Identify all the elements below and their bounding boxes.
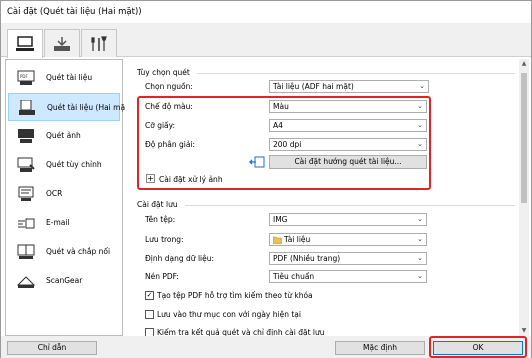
chevron-down-icon: ⌄ [417, 121, 423, 129]
chevron-down-icon: ⌄ [417, 254, 423, 262]
tab-scan-from-computer[interactable] [7, 29, 43, 58]
chevron-down-icon: ⌄ [417, 272, 423, 280]
data-format-value: PDF (Nhiều trang) [273, 254, 341, 263]
file-name-label: Tên tệp: [145, 215, 176, 224]
scan-orientation-settings-button[interactable]: Cài đặt hướng quét tài liệu... [269, 155, 427, 169]
sidebar-item-label: E-mail [46, 218, 70, 227]
tab-general-settings[interactable] [81, 29, 117, 57]
ok-button[interactable]: OK [433, 341, 523, 355]
keyword-pdf-label: Tạo tệp PDF hỗ trợ tìm kiếm theo từ khóa [157, 291, 313, 300]
chevron-down-icon: ⌄ [419, 82, 425, 90]
scan-from-computer-icon [16, 36, 34, 51]
sidebar-item-label: Quét tùy chỉnh [46, 160, 102, 169]
scan-type-list: PDF Quét tài liệu Quét tài liệu (Hai mặt… [5, 59, 131, 336]
sidebar-item-scangear[interactable]: ScanGear [8, 267, 120, 295]
folder-icon [272, 236, 283, 245]
sidebar-item-duplex-scan[interactable]: Quét tài liệu (Hai mặt) [8, 93, 131, 121]
resolution-label: Độ phân giải: [145, 140, 196, 149]
file-name-input[interactable]: IMG ⌄ [269, 213, 427, 226]
sidebar-item-stitch[interactable]: Quét và chắp nối [8, 238, 120, 266]
sidebar-item-label: ScanGear [46, 276, 83, 285]
scroll-up-icon[interactable]: ▲ [519, 59, 529, 69]
pdf-compression-label: Nén PDF: [145, 272, 179, 281]
guide-button[interactable]: Chỉ dẫn [7, 341, 97, 355]
check-results-checkbox[interactable] [145, 328, 154, 336]
resolution-value: 200 dpi [273, 140, 302, 149]
ocr-icon [16, 185, 36, 203]
save-settings-title: Cài đặt lưu [137, 200, 178, 209]
settings-scrollbar[interactable]: ▲ ▼ [519, 59, 529, 336]
paper-size-select[interactable]: A4 ⌄ [269, 119, 427, 132]
chevron-down-icon: ⌄ [417, 140, 423, 148]
source-value: Tài liệu (ADF hai mặt) [273, 82, 354, 91]
source-label: Chọn nguồn: [145, 82, 193, 91]
color-mode-value: Màu [273, 102, 289, 111]
save-in-select[interactable]: Tài liệu ⌄ [269, 233, 427, 246]
save-in-value: Tài liệu [284, 235, 311, 244]
chevron-down-icon: ⌄ [417, 102, 423, 110]
sidebar-item-label: Quét tài liệu (Hai mặt) [47, 103, 131, 112]
svg-text:PDF: PDF [20, 74, 28, 79]
window-title: Cài đặt (Quét tài liệu (Hai mặt)) [7, 7, 142, 17]
sidebar-item-label: Quét và chắp nối [46, 247, 111, 256]
scangear-icon [16, 272, 36, 290]
pdf-compression-select[interactable]: Tiêu chuẩn ⌄ [269, 270, 427, 283]
duplex-scan-icon [17, 99, 37, 117]
chevron-down-icon: ⌄ [417, 215, 423, 223]
sidebar-item-email[interactable]: E-mail [8, 209, 120, 237]
sidebar-item-ocr[interactable]: OCR [8, 180, 120, 208]
sidebar-item-label: Quét ảnh [46, 131, 81, 140]
sidebar-item-custom-scan[interactable]: Quét tùy chỉnh [8, 151, 120, 179]
scan-from-panel-icon [54, 36, 70, 51]
expand-image-processing-button[interactable]: + [146, 174, 155, 183]
group-divider [185, 205, 515, 206]
stitch-icon [16, 243, 36, 261]
title-bar: Cài đặt (Quét tài liệu (Hai mặt)) [1, 1, 531, 23]
pdf-compression-value: Tiêu chuẩn [273, 272, 315, 281]
chevron-down-icon: ⌄ [417, 235, 423, 243]
settings-dialog: Cài đặt (Quét tài liệu (Hai mặt)) PDF Qu… [0, 0, 532, 358]
group-divider [197, 73, 515, 74]
image-processing-label: Cài đặt xử lý ảnh [159, 175, 223, 184]
save-in-label: Lưu trong: [145, 235, 184, 244]
sidebar-item-photo-scan[interactable]: Quét ảnh [8, 122, 120, 150]
sidebar-item-document-scan[interactable]: PDF Quét tài liệu [8, 64, 120, 92]
color-mode-select[interactable]: Màu ⌄ [269, 100, 427, 113]
defaults-button[interactable]: Mặc định [335, 341, 425, 355]
keyword-pdf-checkbox[interactable]: ✓ [145, 291, 154, 300]
subfolder-date-checkbox[interactable] [145, 310, 154, 319]
paper-size-value: A4 [273, 121, 283, 130]
email-icon [16, 214, 36, 232]
photo-scan-icon [16, 127, 36, 145]
data-format-label: Định dạng dữ liệu: [145, 254, 215, 263]
general-settings-icon [91, 35, 107, 51]
resolution-select[interactable]: 200 dpi ⌄ [269, 138, 427, 151]
subfolder-date-label: Lưu vào thư mục con với ngày hiện tại [157, 310, 301, 319]
scroll-down-icon[interactable]: ▼ [519, 326, 529, 336]
sidebar-item-label: OCR [46, 189, 63, 198]
scan-orientation-icon [249, 156, 265, 170]
settings-panel: Tùy chọn quét Chọn nguồn: Tài liệu (ADF … [125, 59, 519, 336]
scroll-thumb[interactable] [521, 73, 527, 203]
scan-options-title: Tùy chọn quét [137, 68, 190, 77]
color-mode-label: Chế độ màu: [145, 102, 193, 111]
document-scan-icon: PDF [16, 69, 36, 87]
check-results-label: Kiểm tra kết quả quét và chỉ định cài đặ… [157, 328, 325, 336]
dialog-footer: Chỉ dẫn Mặc định OK [1, 336, 531, 358]
source-select[interactable]: Tài liệu (ADF hai mặt) ⌄ [269, 80, 429, 93]
sidebar-item-label: Quét tài liệu [46, 73, 93, 82]
data-format-select[interactable]: PDF (Nhiều trang) ⌄ [269, 252, 427, 265]
paper-size-label: Cỡ giấy: [145, 121, 176, 130]
tab-bar [1, 23, 531, 58]
custom-scan-icon [16, 156, 36, 174]
tab-scan-from-panel[interactable] [44, 29, 80, 57]
file-name-value: IMG [273, 215, 288, 224]
